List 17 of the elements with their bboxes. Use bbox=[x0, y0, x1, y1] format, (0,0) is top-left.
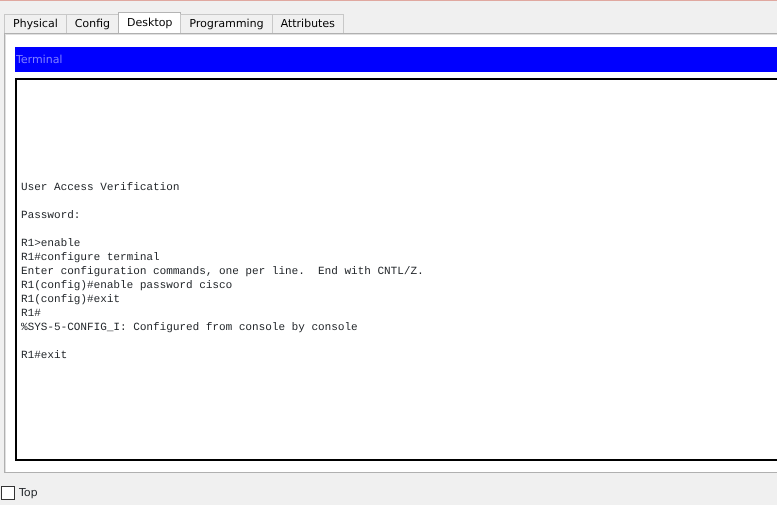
terminal-line: User Access Verification bbox=[21, 181, 180, 195]
terminal-line: R1(config)#enable password cisco bbox=[21, 279, 234, 293]
terminal-line: R1(config)#exit bbox=[21, 293, 122, 307]
tab[interactable]: Physical bbox=[4, 14, 67, 33]
top-label: Top bbox=[19, 485, 38, 501]
terminal-line: %SYS-5-CONFIG_I: Configured from console by console bbox=[21, 321, 359, 335]
top-checkbox[interactable] bbox=[1, 486, 15, 500]
terminal-line: R1# bbox=[21, 307, 42, 321]
terminal-line: R1#configure terminal bbox=[21, 251, 161, 265]
tab[interactable]: Attributes bbox=[272, 14, 344, 33]
terminal-title-bar: Terminal bbox=[15, 47, 777, 72]
terminal-line: R1#exit bbox=[21, 349, 68, 363]
tab[interactable]: Desktop bbox=[118, 12, 182, 33]
terminal-line: Password: bbox=[21, 209, 82, 223]
terminal-line: Enter configuration commands, one per line. End with CNTL/Z. bbox=[21, 265, 425, 279]
tab[interactable]: Programming bbox=[180, 14, 273, 33]
terminal-line: R1>enable bbox=[21, 237, 82, 251]
